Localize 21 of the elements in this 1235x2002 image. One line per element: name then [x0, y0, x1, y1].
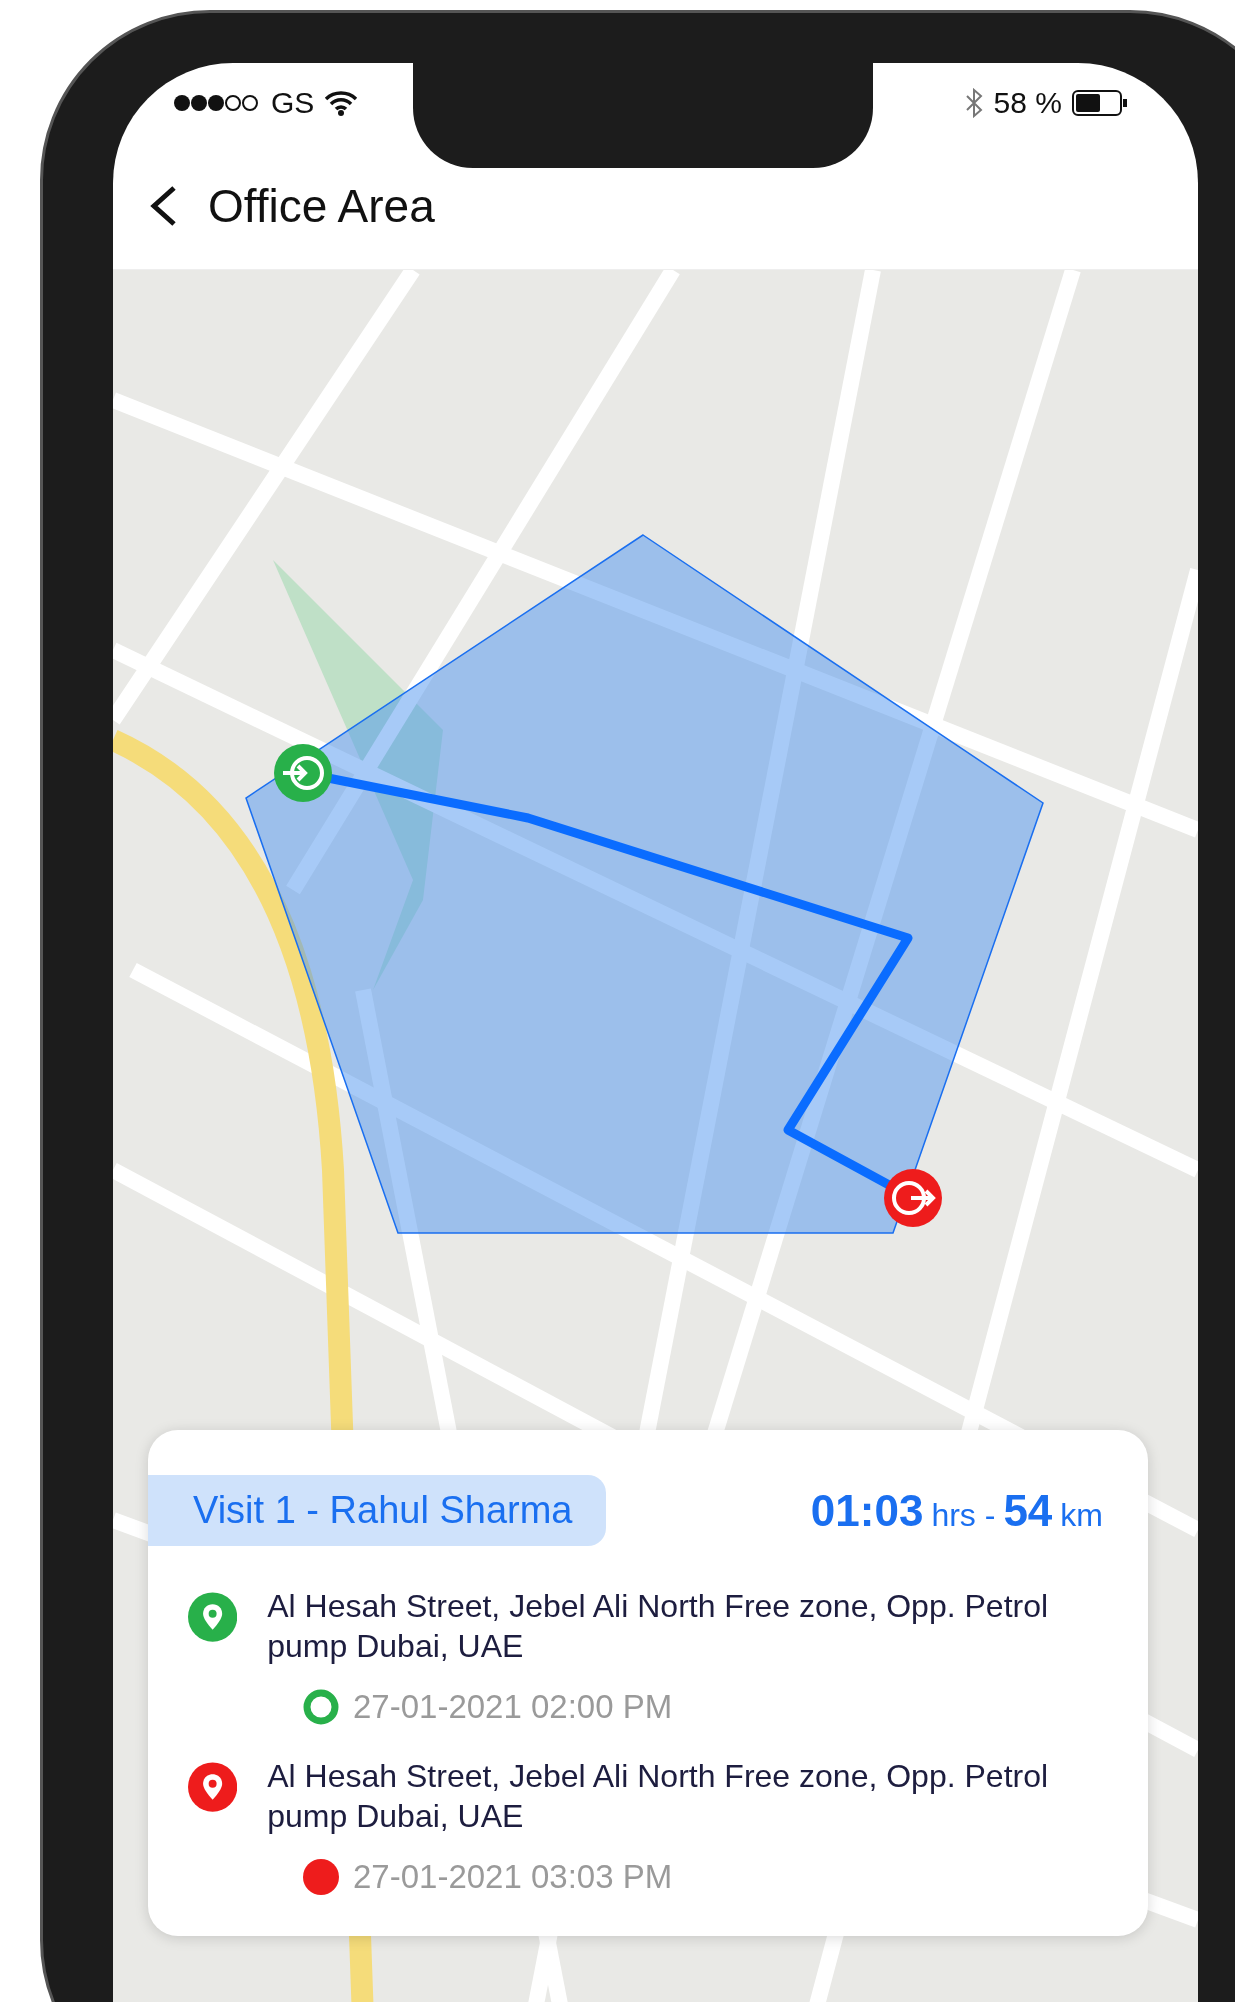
stop-address: Al Hesah Street, Jebel Ali North Free zone, Opp. Petrol pump Dubai, UAE — [267, 1757, 1050, 1836]
battery-icon — [1072, 89, 1128, 117]
exit-marker-icon — [884, 1169, 942, 1227]
carrier-name: GS — [271, 86, 315, 120]
signal-dots-icon — [173, 93, 261, 113]
bluetooth-icon — [963, 88, 984, 118]
stop-time: 27-01-2021 03:03 PM — [353, 1858, 673, 1896]
visit-title: Visit 1 - Rahul Sharma — [148, 1475, 607, 1546]
stop-time: 27-01-2021 02:00 PM — [353, 1688, 673, 1726]
distance-unit: km — [1060, 1496, 1103, 1534]
distance-value: 54 — [1003, 1485, 1053, 1536]
back-button[interactable] — [148, 184, 178, 228]
duration-unit: hrs - — [931, 1496, 996, 1534]
ring-dot-icon — [303, 1689, 339, 1725]
entry-marker-icon — [274, 744, 332, 802]
dot-icon — [303, 1859, 339, 1895]
battery-percentage: 58 % — [993, 86, 1062, 120]
duration-value: 01:03 — [810, 1485, 924, 1536]
wifi-icon — [324, 90, 359, 116]
page-title: Office Area — [208, 179, 435, 233]
stop-address: Al Hesah Street, Jebel Ali North Free zone, Opp. Petrol pump Dubai, UAE — [267, 1587, 1050, 1666]
